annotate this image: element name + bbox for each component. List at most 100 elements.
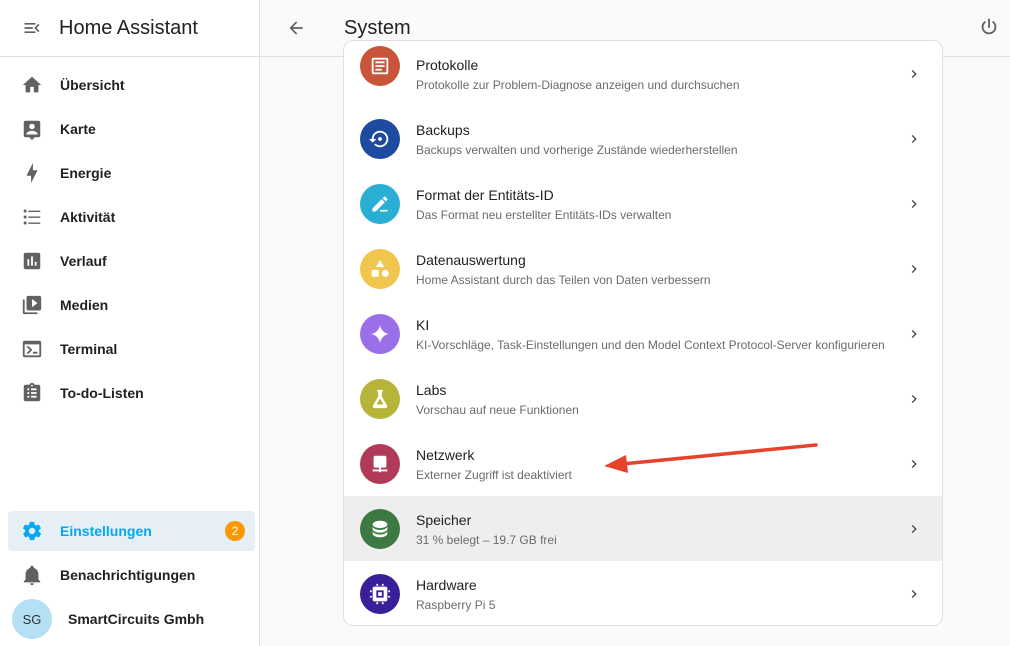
sidebar-item-settings[interactable]: Einstellungen 2 [8, 511, 255, 551]
sidebar-item-map[interactable]: Karte [0, 107, 259, 151]
row-text: Backups Backups verwalten und vorherige … [416, 121, 738, 158]
row-title: Labs [416, 382, 447, 398]
chevron-right-icon [911, 264, 917, 273]
power-icon [981, 18, 997, 35]
row-subtitle: Raspberry Pi 5 [416, 598, 496, 612]
sparkle-icon [370, 324, 390, 343]
row-title: Datenauswertung [416, 252, 526, 268]
row-subtitle: Backups verwalten und vorherige Zustände… [416, 143, 738, 157]
flask-icon [372, 389, 388, 408]
menu-toggle-button[interactable] [0, 0, 64, 57]
avatar: SG [12, 599, 52, 639]
hardware-icon-circle [360, 573, 400, 614]
console-icon [20, 337, 44, 361]
row-logs[interactable]: Protokolle Protokolle zur Problem-Diagno… [344, 41, 942, 98]
sidebar-item-overview[interactable]: Übersicht [0, 63, 259, 107]
chip-icon [369, 583, 391, 604]
row-subtitle: Vorschau auf neue Funktionen [416, 403, 579, 417]
row-text: Datenauswertung Home Assistant durch das… [416, 251, 711, 288]
chevron-right-icon [911, 70, 917, 78]
sidebar-item-label: Energie [60, 165, 112, 181]
shape-icon [371, 259, 389, 277]
system-settings-card: Protokolle Protokolle zur Problem-Diagno… [343, 40, 943, 626]
app-title: Home Assistant [59, 16, 198, 39]
row-title: Speicher [416, 512, 472, 528]
row-title: Hardware [416, 577, 477, 593]
row-subtitle: Externer Zugriff ist deaktiviert [416, 468, 572, 482]
row-storage[interactable]: Speicher 31 % belegt – 19.7 GB frei [344, 496, 942, 561]
lightning-icon [20, 161, 44, 185]
text-box-icon [371, 57, 389, 75]
play-box-multiple-icon [20, 293, 44, 317]
row-subtitle: 31 % belegt – 19.7 GB frei [416, 533, 557, 547]
chart-box-icon [20, 249, 44, 273]
sidebar-user[interactable]: SG SmartCircuits Gmbh [0, 597, 259, 641]
map-account-icon [20, 117, 44, 141]
chevron-right-icon [911, 134, 917, 143]
chevron-right-icon [911, 394, 917, 403]
storage-icon-circle [360, 508, 400, 549]
row-title: Backups [416, 122, 470, 138]
sidebar-item-label: Einstellungen [60, 523, 152, 539]
annotation-arrow [604, 443, 818, 473]
sidebar-item-activity[interactable]: Aktivität [0, 195, 259, 239]
sidebar-item-energy[interactable]: Energie [0, 151, 259, 195]
row-subtitle: Home Assistant durch das Teilen von Date… [416, 273, 711, 287]
cog-icon [20, 519, 44, 543]
sidebar-item-label: Aktivität [60, 209, 116, 225]
pencil-icon [372, 196, 388, 211]
sidebar-item-label: Übersicht [60, 77, 125, 93]
labs-icon-circle [360, 378, 400, 419]
back-button[interactable] [260, 0, 332, 57]
sidebar-bottom: Einstellungen 2 Benachrichtigungen SG Sm… [0, 509, 259, 641]
row-title: Netzwerk [416, 447, 475, 463]
row-text: Speicher 31 % belegt – 19.7 GB frei [416, 511, 557, 548]
ai-icon-circle [360, 313, 400, 354]
sidebar-item-notifications[interactable]: Benachrichtigungen [0, 553, 259, 597]
row-entity-id-format[interactable]: Format der Entitäts-ID Das Format neu er… [344, 171, 942, 236]
backups-icon-circle [360, 118, 400, 159]
row-text: Labs Vorschau auf neue Funktionen [416, 381, 579, 418]
sidebar-header: Home Assistant [0, 0, 259, 57]
chevron-right-icon [911, 459, 917, 468]
row-ai[interactable]: KI KI-Vorschläge, Task-Einstellungen und… [344, 301, 942, 366]
row-text: KI KI-Vorschläge, Task-Einstellungen und… [416, 316, 885, 353]
row-subtitle: Protokolle zur Problem-Diagnose anzeigen… [416, 78, 740, 92]
sidebar: Home Assistant Übersicht Karte Energie A… [0, 0, 260, 646]
row-text: Hardware Raspberry Pi 5 [416, 576, 495, 613]
sidebar-item-label: Karte [60, 121, 96, 137]
row-hardware[interactable]: Hardware Raspberry Pi 5 [344, 561, 942, 625]
chevron-right-icon [911, 524, 917, 533]
menu-open-icon [24, 23, 40, 33]
user-name: SmartCircuits Gmbh [68, 611, 205, 627]
sidebar-item-label: Benachrichtigungen [60, 567, 196, 583]
sidebar-nav: Übersicht Karte Energie Aktivität Verlau… [0, 63, 259, 415]
clipboard-list-icon [20, 381, 44, 405]
power-button[interactable] [978, 16, 1002, 40]
network-icon [372, 455, 388, 472]
row-title: Format der Entitäts-ID [416, 187, 554, 203]
sidebar-item-label: Verlauf [60, 253, 107, 269]
row-title: Protokolle [416, 57, 479, 73]
arrow-left-icon [289, 21, 303, 35]
sidebar-item-media[interactable]: Medien [0, 283, 259, 327]
bell-icon [20, 563, 44, 587]
row-text: Protokolle Protokolle zur Problem-Diagno… [416, 56, 740, 93]
chevron-right-icon [911, 199, 917, 208]
row-backups[interactable]: Backups Backups verwalten und vorherige … [344, 106, 942, 171]
row-subtitle: KI-Vorschläge, Task-Einstellungen und de… [416, 338, 885, 352]
sidebar-item-terminal[interactable]: Terminal [0, 327, 259, 371]
row-text: Format der Entitäts-ID Das Format neu er… [416, 186, 671, 223]
page-title: System [344, 16, 411, 39]
row-labs[interactable]: Labs Vorschau auf neue Funktionen [344, 366, 942, 431]
sidebar-item-history[interactable]: Verlauf [0, 239, 259, 283]
sidebar-item-label: Terminal [60, 341, 118, 357]
list-icon [20, 205, 44, 229]
row-title: KI [416, 317, 430, 333]
row-analytics[interactable]: Datenauswertung Home Assistant durch das… [344, 236, 942, 301]
chevron-right-icon [911, 329, 917, 338]
sidebar-item-label: To-do-Listen [60, 385, 144, 401]
chevron-right-icon [911, 589, 917, 598]
row-subtitle: Das Format neu erstellter Entitäts-IDs v… [416, 208, 672, 222]
sidebar-item-todo[interactable]: To-do-Listen [0, 371, 259, 415]
